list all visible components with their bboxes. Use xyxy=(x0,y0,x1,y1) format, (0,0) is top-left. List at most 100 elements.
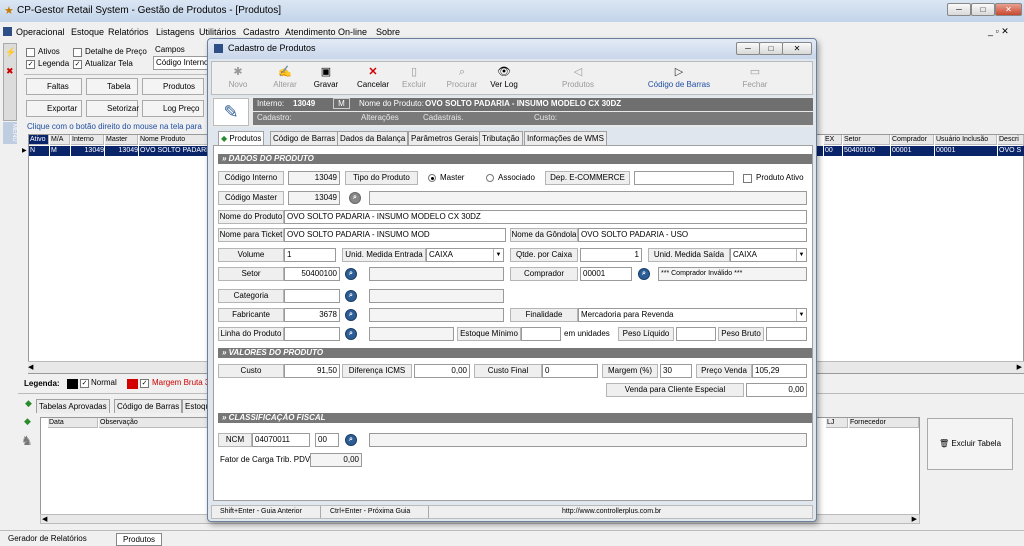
peso-liquido-field[interactable] xyxy=(676,327,716,341)
mdi-controls[interactable]: _ ▫ ✕ xyxy=(988,26,1009,37)
bottom-scroll-right-icon[interactable]: ▶ xyxy=(912,515,917,523)
scroll-right-icon[interactable]: ▶ xyxy=(1017,363,1022,371)
um-saida-select[interactable]: CAIXA ▼ xyxy=(730,248,807,262)
grid-cell-ativo[interactable]: N xyxy=(29,146,49,156)
gravar-button[interactable]: ▣ Gravar xyxy=(312,66,340,89)
menu-utilitarios[interactable]: Utilitários xyxy=(199,27,236,37)
nome-gondola-field[interactable]: OVO SOLTO PADARIA - USO xyxy=(578,228,807,242)
peso-bruto-field[interactable] xyxy=(766,327,807,341)
grid-cell-master[interactable]: 13049 xyxy=(105,146,138,156)
grid-cell-descri[interactable]: OVO S xyxy=(998,146,1024,156)
faltas-button[interactable]: Faltas xyxy=(26,78,82,95)
produto-ativo-checkbox[interactable] xyxy=(743,174,752,183)
grid-header-ma[interactable]: M/A xyxy=(50,135,70,145)
custo-field[interactable]: 91,50 xyxy=(284,364,340,378)
codigo-master-field[interactable]: 13049 xyxy=(288,191,340,205)
ncm-ex-field[interactable]: 00 xyxy=(315,433,339,447)
grid-header-usuario[interactable]: Usuário Inclusão xyxy=(935,135,997,145)
grid-header-nome[interactable]: Nome Produto xyxy=(139,135,211,145)
atualizar-checkbox[interactable]: ✓ xyxy=(73,60,82,69)
maximize-button[interactable]: □ xyxy=(971,3,995,16)
qtde-caixa-field[interactable]: 1 xyxy=(580,248,642,262)
grid-cell-ex[interactable]: 00 xyxy=(824,146,842,156)
elephant-icon[interactable]: ♞ xyxy=(21,433,33,449)
fator-carga-field[interactable]: 0,00 xyxy=(310,453,362,467)
bottom-scroll-left-icon[interactable]: ◀ xyxy=(42,515,47,523)
grid-cell-usuario[interactable]: 00001 xyxy=(935,146,997,156)
fabricante-lookup-icon[interactable]: ⌕ xyxy=(345,309,357,321)
logpreco-button[interactable]: Log Preço xyxy=(142,100,204,117)
setorizar-button[interactable]: Setorizar xyxy=(86,100,139,117)
categoria-field[interactable] xyxy=(284,289,340,303)
menu-listagens[interactable]: Listagens xyxy=(156,27,195,37)
linha-produto-field[interactable] xyxy=(284,327,340,341)
menu-estoque[interactable]: Estoque xyxy=(71,27,104,37)
tabela-button[interactable]: Tabela xyxy=(86,78,138,95)
finalidade-dropdown-icon[interactable]: ▼ xyxy=(796,309,806,321)
campos-select[interactable]: Código Interno xyxy=(153,56,210,70)
preco-venda-field[interactable]: 105,29 xyxy=(752,364,807,378)
novo-button[interactable]: ✱ Novo xyxy=(226,66,250,89)
margem-checkbox[interactable]: ✓ xyxy=(140,379,149,388)
tab-produtos[interactable]: ◆ Produtos xyxy=(218,131,265,146)
dep-ecommerce-field[interactable] xyxy=(634,171,734,185)
codbarras-button[interactable]: ▷ Código de Barras xyxy=(644,66,714,89)
venda-especial-field[interactable]: 0,00 xyxy=(746,383,807,397)
codigo-interno-field[interactable]: 13049 xyxy=(288,171,340,185)
fechar-button[interactable]: ▭ Fechar xyxy=(740,66,770,89)
alterar-button[interactable]: ✍ Alterar xyxy=(270,66,300,89)
excluir-tabela-button[interactable]: 🗑 Excluir Tabela xyxy=(927,418,1013,470)
tab-wms[interactable]: Informações de WMS xyxy=(524,131,607,145)
grid-header-ex[interactable]: EX xyxy=(824,135,842,145)
bottom-header-obs[interactable]: Observação xyxy=(99,418,209,428)
volume-field[interactable]: 1 xyxy=(284,248,336,262)
bottom-header-lj[interactable]: LJ xyxy=(826,418,848,428)
excluir-button[interactable]: ▯ Excluir xyxy=(400,66,428,89)
um-entrada-dropdown-icon[interactable]: ▼ xyxy=(493,249,503,261)
setor-field[interactable]: 50400100 xyxy=(284,267,340,281)
taskbar-item-produtos[interactable]: Produtos xyxy=(116,533,163,546)
ativos-checkbox[interactable] xyxy=(26,48,35,57)
exportar-button[interactable]: Exportar xyxy=(26,100,82,117)
tab-codigo-barras-dlg[interactable]: Código de Barras xyxy=(270,131,339,145)
menu-sobre[interactable]: Sobre xyxy=(376,27,400,37)
normal-checkbox[interactable]: ✓ xyxy=(80,379,89,388)
grid-cell-setor[interactable]: 50400100 xyxy=(843,146,890,156)
dialog-close-button[interactable]: ✕ xyxy=(782,42,812,55)
bottom-header-fornecedor[interactable]: Fornecedor xyxy=(849,418,919,428)
fabricante-field[interactable]: 3678 xyxy=(284,308,340,322)
nome-produto-field[interactable]: OVO SOLTO PADARIA - INSUMO MODELO CX 30D… xyxy=(284,210,807,224)
grid-cell-nome[interactable]: OVO SOLTO PADARI xyxy=(139,146,211,156)
margem-field[interactable]: 30 xyxy=(660,364,692,378)
associado-radio[interactable] xyxy=(486,174,494,182)
scroll-left-icon[interactable]: ◀ xyxy=(28,363,33,371)
grid-cell-interno[interactable]: 13049 xyxy=(71,146,104,156)
grid-header-ativo[interactable]: Ativo xyxy=(29,135,49,145)
produtos-button[interactable]: Produtos xyxy=(142,78,204,95)
grid-cell-comprador[interactable]: 00001 xyxy=(891,146,934,156)
tab-tributacao[interactable]: Tributação xyxy=(479,131,523,145)
linha-lookup-icon[interactable]: ⌕ xyxy=(345,328,357,340)
master-radio[interactable] xyxy=(428,174,436,182)
menu-atendimento[interactable]: Atendimento On-line xyxy=(285,27,367,37)
tab-parametros[interactable]: Parâmetros Gerais xyxy=(408,131,482,145)
side-menu-strip[interactable]: ⚡ ✖ xyxy=(3,43,17,121)
detalhe-checkbox[interactable] xyxy=(73,48,82,57)
tab-tabelas-aprovadas[interactable]: Tabelas Aprovadas xyxy=(36,399,110,413)
legenda-checkbox[interactable]: ✓ xyxy=(26,60,35,69)
grid-header-comprador[interactable]: Comprador xyxy=(891,135,934,145)
master-lookup-icon[interactable]: ⌕ xyxy=(349,192,361,204)
grid-cell-ma[interactable]: M xyxy=(50,146,70,156)
comprador-field[interactable]: 00001 xyxy=(580,267,632,281)
verlog-button[interactable]: 👁 Ver Log xyxy=(488,66,520,89)
categoria-lookup-icon[interactable]: ⌕ xyxy=(345,290,357,302)
approve-icon[interactable]: ◆ xyxy=(24,416,31,427)
grid-header-setor[interactable]: Setor xyxy=(843,135,890,145)
grid-header-master[interactable]: Master xyxy=(105,135,138,145)
um-saida-dropdown-icon[interactable]: ▼ xyxy=(796,249,806,261)
tab-codigo-barras[interactable]: Código de Barras xyxy=(114,399,183,413)
grid-header-interno[interactable]: Interno xyxy=(71,135,104,145)
custo-final-field[interactable]: 0 xyxy=(542,364,598,378)
dialog-minimize-button[interactable]: ─ xyxy=(736,42,760,55)
ncm-lookup-icon[interactable]: ⌕ xyxy=(345,434,357,446)
